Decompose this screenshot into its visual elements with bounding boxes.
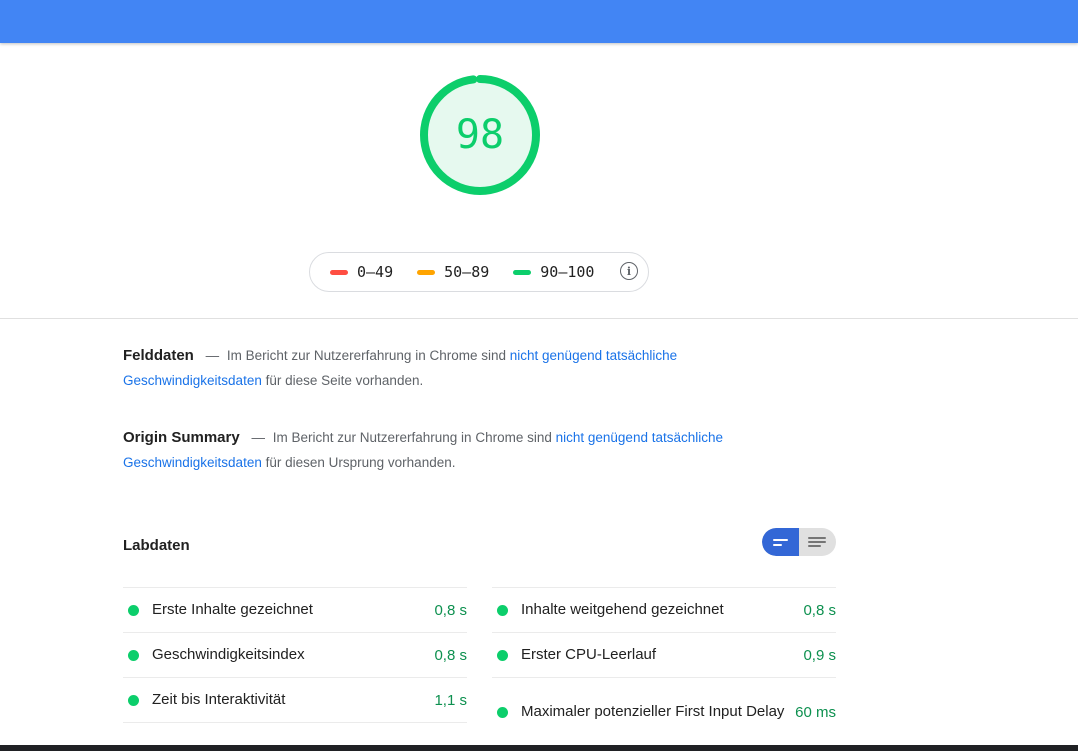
metric-value: 0,8 s: [434, 646, 467, 664]
legend-pass: 90–100: [513, 263, 594, 281]
field-data-text: Im Bericht zur Nutzererfahrung in Chrome…: [226, 348, 506, 363]
section-divider: [0, 318, 1078, 319]
pass-indicator-icon: [128, 604, 139, 616]
score-scale-legend: 0–49 50–89 90–100 i: [309, 252, 649, 292]
metric-value: 1,1 s: [434, 691, 467, 709]
info-icon[interactable]: i: [620, 262, 638, 280]
legend-swatch-average: [417, 269, 436, 275]
origin-summary-section: Origin Summary — Im Bericht zur Nutzerer…: [123, 425, 763, 475]
field-data-heading: Felddaten: [123, 347, 194, 364]
metrics-view-toggle: [762, 528, 836, 556]
metric-row: Geschwindigkeitsindex 0,8 s: [123, 632, 467, 677]
bottom-edge-bar: [0, 745, 1078, 751]
pass-indicator-icon: [497, 649, 508, 661]
compact-view-button[interactable]: [762, 528, 799, 556]
metric-row: Maximaler potenzieller First Input Delay…: [492, 677, 836, 747]
origin-summary-text: Im Bericht zur Nutzererfahrung in Chrome…: [272, 430, 552, 445]
lab-data-heading: Labdaten: [123, 537, 190, 554]
top-app-bar: [0, 0, 1078, 43]
metric-value: 60 ms: [795, 703, 836, 721]
list-view-button[interactable]: [799, 528, 836, 556]
origin-summary-heading: Origin Summary: [123, 429, 240, 446]
performance-score-gauge: 98: [419, 74, 541, 196]
legend-label-average: 50–89: [444, 263, 490, 281]
legend-label-pass: 90–100: [540, 263, 595, 281]
pass-indicator-icon: [497, 706, 508, 718]
metric-row: Erster CPU-Leerlauf 0,9 s: [492, 632, 836, 677]
metric-value: 0,8 s: [434, 601, 467, 619]
legend-average: 50–89: [417, 263, 489, 281]
metric-label: Erster CPU-Leerlauf: [521, 646, 657, 663]
origin-summary-dash: —: [251, 430, 265, 445]
metric-row: Inhalte weitgehend gezeichnet 0,8 s: [492, 587, 836, 632]
legend-label-fail: 0–49: [357, 263, 394, 281]
legend-swatch-pass: [513, 269, 532, 275]
metric-label: Zeit bis Interaktivität: [152, 691, 286, 708]
metric-row: Zeit bis Interaktivität 1,1 s: [123, 677, 467, 723]
pass-indicator-icon: [128, 694, 139, 706]
metrics-column-right: Inhalte weitgehend gezeichnet 0,8 s Erst…: [492, 587, 836, 747]
field-data-section: Felddaten — Im Bericht zur Nutzererfahru…: [123, 343, 763, 393]
metric-row: Erste Inhalte gezeichnet 0,8 s: [123, 587, 467, 632]
pass-indicator-icon: [128, 649, 139, 661]
metric-label: Geschwindigkeitsindex: [152, 646, 305, 663]
field-data-dash: —: [205, 348, 220, 363]
metrics-column-left: Erste Inhalte gezeichnet 0,8 s Geschwind…: [123, 587, 467, 723]
metric-label: Maximaler potenzieller First Input Delay: [521, 703, 785, 720]
legend-swatch-fail: [330, 269, 348, 275]
metric-value: 0,8 s: [803, 601, 836, 619]
metric-value: 0,9 s: [803, 646, 836, 664]
performance-score: 98: [455, 112, 505, 158]
metric-label: Erste Inhalte gezeichnet: [152, 601, 313, 618]
origin-summary-text-after: für diesen Ursprung vorhanden.: [265, 455, 456, 470]
legend-fail: 0–49: [330, 263, 393, 281]
pass-indicator-icon: [497, 604, 508, 616]
metric-label: Inhalte weitgehend gezeichnet: [521, 601, 724, 618]
field-data-text-after: für diese Seite vorhanden.: [265, 373, 424, 388]
